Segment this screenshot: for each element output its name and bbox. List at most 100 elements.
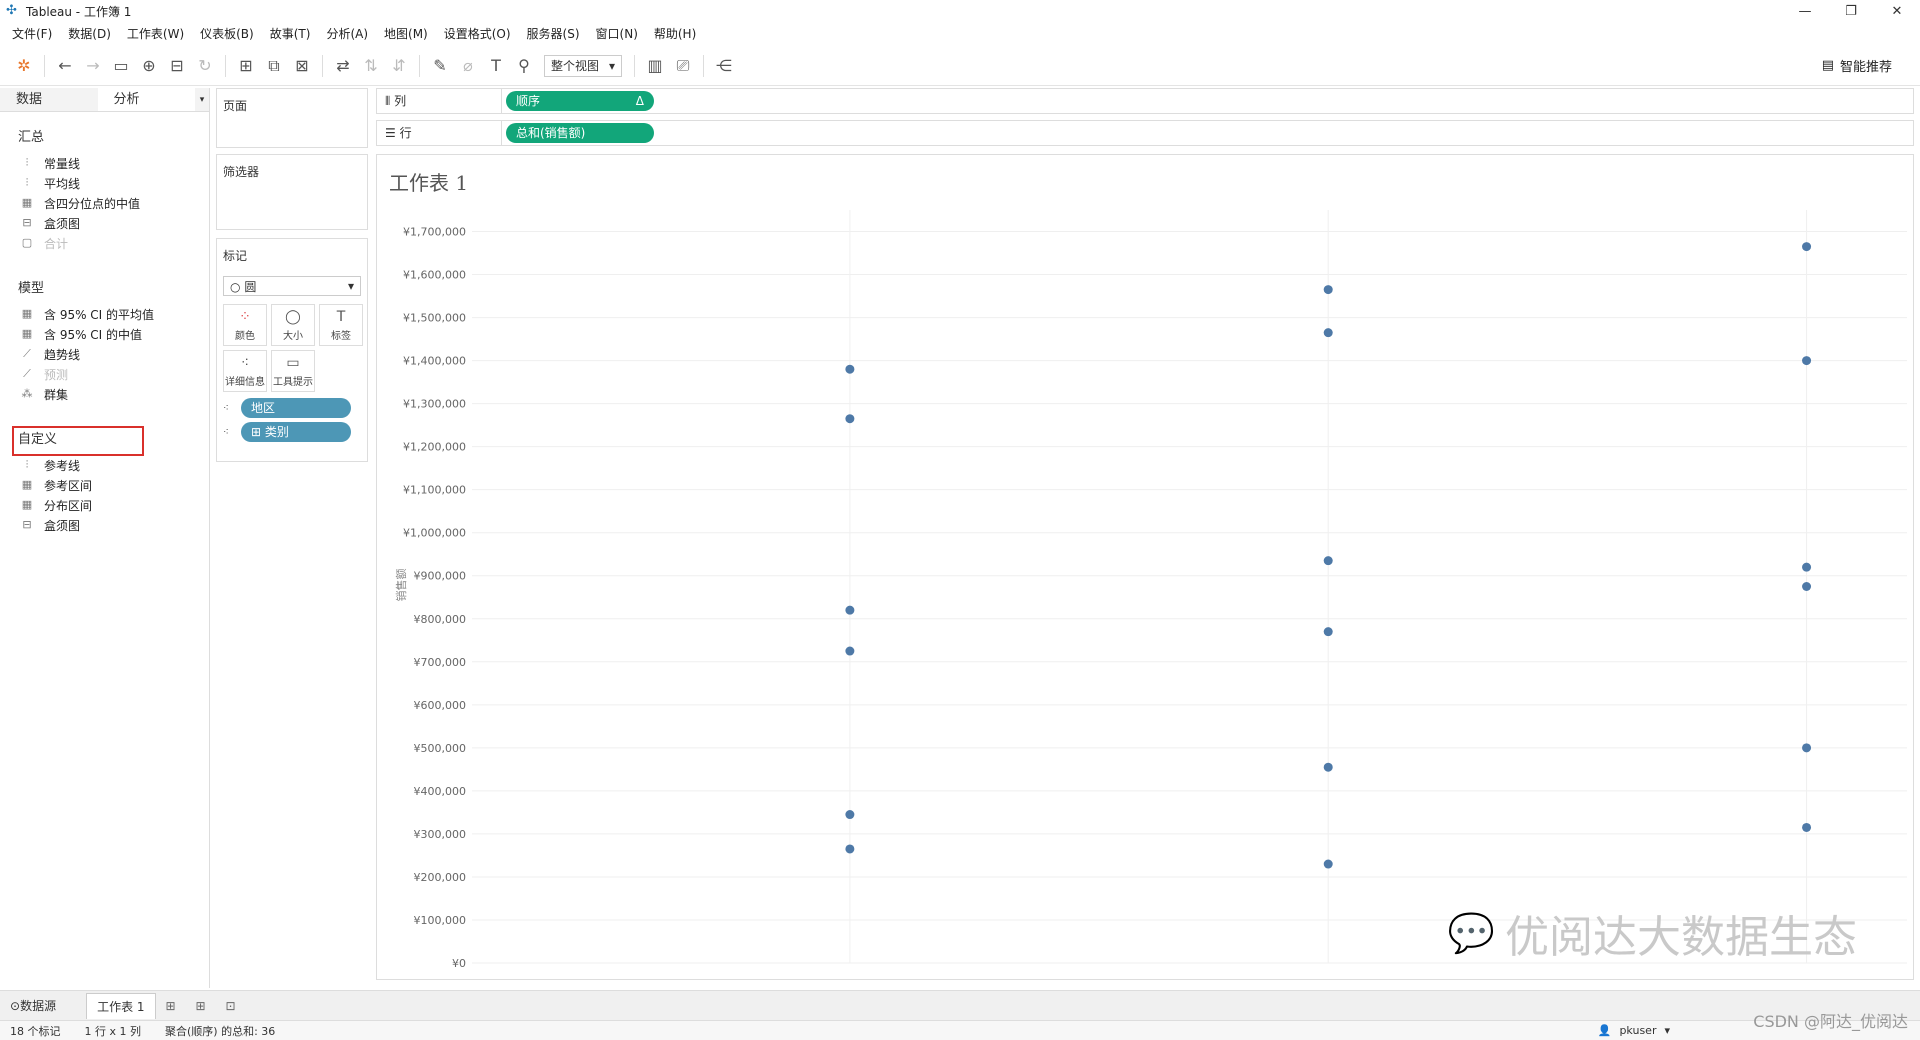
data-point	[845, 605, 855, 615]
tab-data[interactable]: 数据	[0, 88, 98, 111]
rows-pill[interactable]: 总和(销售额)	[506, 123, 654, 143]
new-datasource-icon[interactable]: ⊕	[135, 52, 163, 80]
pane-menu-icon[interactable]: ▾	[195, 88, 209, 111]
size-button[interactable]: ◯ 大小	[271, 304, 315, 346]
minimize-button[interactable]: —	[1782, 0, 1828, 22]
ref-line-icon: ⫶	[25, 458, 29, 471]
status-sum: 聚合(顺序) 的总和: 36	[165, 1024, 276, 1038]
new-worksheet-icon[interactable]: ⊞	[232, 52, 260, 80]
menu-worksheet[interactable]: 工作表(W)	[119, 25, 192, 42]
sort-descending-icon[interactable]: ⇵	[385, 52, 413, 80]
mark-buttons: ⁘ 颜色 ◯ 大小 T 标签 ⁖ 详细信息 ▭ 工具提示	[217, 300, 367, 396]
analytics-item-average-line[interactable]: ⫶ 平均线	[0, 173, 209, 193]
fix-axes-icon[interactable]: ⚲	[510, 52, 538, 80]
tableau-start-icon[interactable]: ✲	[10, 52, 38, 80]
circle-icon: ○	[230, 279, 241, 294]
refresh-icon[interactable]: ↻	[191, 52, 219, 80]
item-label: 参考线	[44, 458, 81, 473]
field-pill-category-label: 类别	[264, 425, 289, 439]
analytics-item-median-ci[interactable]: ▦ 含 95% CI 的中值	[0, 324, 209, 344]
analytics-item-median-quartiles[interactable]: ▦ 含四分位点的中值	[0, 193, 209, 213]
analytics-item-trend-line[interactable]: ⟋ 趋势线	[0, 344, 209, 364]
new-worksheet-tab-icon[interactable]: ⊞	[156, 993, 186, 1019]
color-button[interactable]: ⁘ 颜色	[223, 304, 267, 346]
data-point	[1323, 328, 1333, 338]
share-icon[interactable]: ⋲	[710, 52, 738, 80]
y-tick-label: ¥1,300,000	[403, 398, 466, 411]
size-label: 大小	[283, 330, 303, 342]
cluster-icon: ⁂	[21, 387, 33, 400]
tab-analytics[interactable]: 分析	[97, 88, 196, 111]
rows-shelf[interactable]: ☰ 行 总和(销售额)	[376, 120, 1914, 146]
field-pill-category[interactable]: ⊞ 类别	[241, 422, 351, 442]
save-icon[interactable]: ▭	[107, 52, 135, 80]
restore-button[interactable]: ❐	[1828, 0, 1874, 22]
section-title-model: 模型	[18, 281, 45, 296]
menu-file[interactable]: 文件(F)	[4, 25, 60, 42]
filters-card[interactable]: 筛选器	[216, 154, 368, 230]
label-button[interactable]: T 标签	[319, 304, 363, 346]
fit-view-select[interactable]: 整个视图 ▾	[544, 54, 623, 77]
close-button[interactable]: ✕	[1874, 0, 1920, 22]
analytics-item-boxplot[interactable]: ⊟ 盒须图	[0, 213, 209, 233]
left-pane-tabs: 数据 分析 ▾	[0, 88, 209, 112]
datasource-tab[interactable]: ⊙ 数据源	[0, 993, 66, 1019]
band-icon: ▦	[21, 307, 33, 320]
y-tick-label: ¥300,000	[414, 828, 467, 841]
menu-story[interactable]: 故事(T)	[262, 25, 319, 42]
menu-help[interactable]: 帮助(H)	[646, 25, 704, 42]
analytics-item-constant-line[interactable]: ⫶ 常量线	[0, 153, 209, 173]
rows-label-text: 行	[399, 126, 412, 140]
duplicate-sheet-icon[interactable]: ⧉	[260, 52, 288, 80]
analytics-item-forecast: ⟋ 预测	[0, 364, 209, 384]
y-tick-label: ¥700,000	[414, 656, 467, 669]
show-cards-icon[interactable]: ▥	[641, 52, 669, 80]
analytics-item-average-ci[interactable]: ▦ 含 95% CI 的平均值	[0, 304, 209, 324]
user-menu[interactable]: 👤 pkuser ▾	[1598, 1020, 1670, 1040]
show-labels-icon[interactable]: T	[482, 52, 510, 80]
field-pill-region[interactable]: 地区	[241, 398, 351, 418]
user-icon: 👤	[1597, 1023, 1612, 1037]
columns-pill[interactable]: 顺序 Δ	[506, 91, 654, 111]
new-dashboard-tab-icon[interactable]: ⊞	[186, 993, 216, 1019]
menu-map[interactable]: 地图(M)	[376, 25, 436, 42]
highlight-icon[interactable]: ✎	[426, 52, 454, 80]
mark-type-select[interactable]: ○ 圆 ▾	[223, 276, 361, 296]
analytics-item-distribution-band[interactable]: ▦ 分布区间	[0, 495, 209, 515]
chart-grid	[472, 210, 1907, 964]
pages-card[interactable]: 页面	[216, 88, 368, 148]
new-story-tab-icon[interactable]: ⊡	[216, 993, 246, 1019]
color-icon: ⁘	[239, 308, 251, 325]
menu-window[interactable]: 窗口(N)	[588, 25, 646, 42]
user-name: pkuser	[1619, 1023, 1657, 1037]
section-title-summarize: 汇总	[18, 130, 45, 145]
menu-dashboard[interactable]: 仪表板(B)	[192, 25, 262, 42]
menu-server[interactable]: 服务器(S)	[519, 25, 588, 42]
swap-rows-columns-icon[interactable]: ⇄	[329, 52, 357, 80]
undo-icon[interactable]: ←	[51, 52, 79, 80]
columns-shelf[interactable]: ⦀ 列 顺序 Δ	[376, 88, 1914, 114]
detail-button[interactable]: ⁖ 详细信息	[223, 350, 267, 392]
analytics-item-boxplot-custom[interactable]: ⊟ 盒须图	[0, 515, 209, 535]
sheet-tab[interactable]: 工作表 1	[86, 992, 156, 1019]
show-me-button[interactable]: ▤ 智能推荐	[1822, 56, 1892, 75]
ref-line-icon: ⫶	[25, 156, 29, 169]
detail-icon: ⁖	[223, 426, 229, 438]
item-label: 参考区间	[44, 478, 93, 493]
tooltip-button[interactable]: ▭ 工具提示	[271, 350, 315, 392]
pause-updates-icon[interactable]: ⊟	[163, 52, 191, 80]
redo-icon[interactable]: →	[79, 52, 107, 80]
group-icon[interactable]: ⌀	[454, 52, 482, 80]
analytics-item-cluster[interactable]: ⁂ 群集	[0, 384, 209, 404]
clear-sheet-icon[interactable]: ⊠	[288, 52, 316, 80]
menu-data[interactable]: 数据(D)	[60, 25, 119, 42]
menu-format[interactable]: 设置格式(O)	[436, 25, 519, 42]
analytics-item-reference-band[interactable]: ▦ 参考区间	[0, 475, 209, 495]
title-bar: ✣ Tableau - 工作簿 1 — ❐ ✕	[0, 0, 1920, 22]
menu-analysis[interactable]: 分析(A)	[318, 25, 376, 42]
presentation-mode-icon[interactable]: ⎚	[669, 52, 697, 80]
view-canvas[interactable]: 工作表 1 ¥0 ¥100,000 ¥200,000 ¥300,000 ¥400,000…	[376, 154, 1914, 980]
sort-ascending-icon[interactable]: ⇅	[357, 52, 385, 80]
analytics-item-reference-line[interactable]: ⫶ 参考线	[0, 455, 209, 475]
boxplot-icon: ⊟	[22, 518, 32, 531]
